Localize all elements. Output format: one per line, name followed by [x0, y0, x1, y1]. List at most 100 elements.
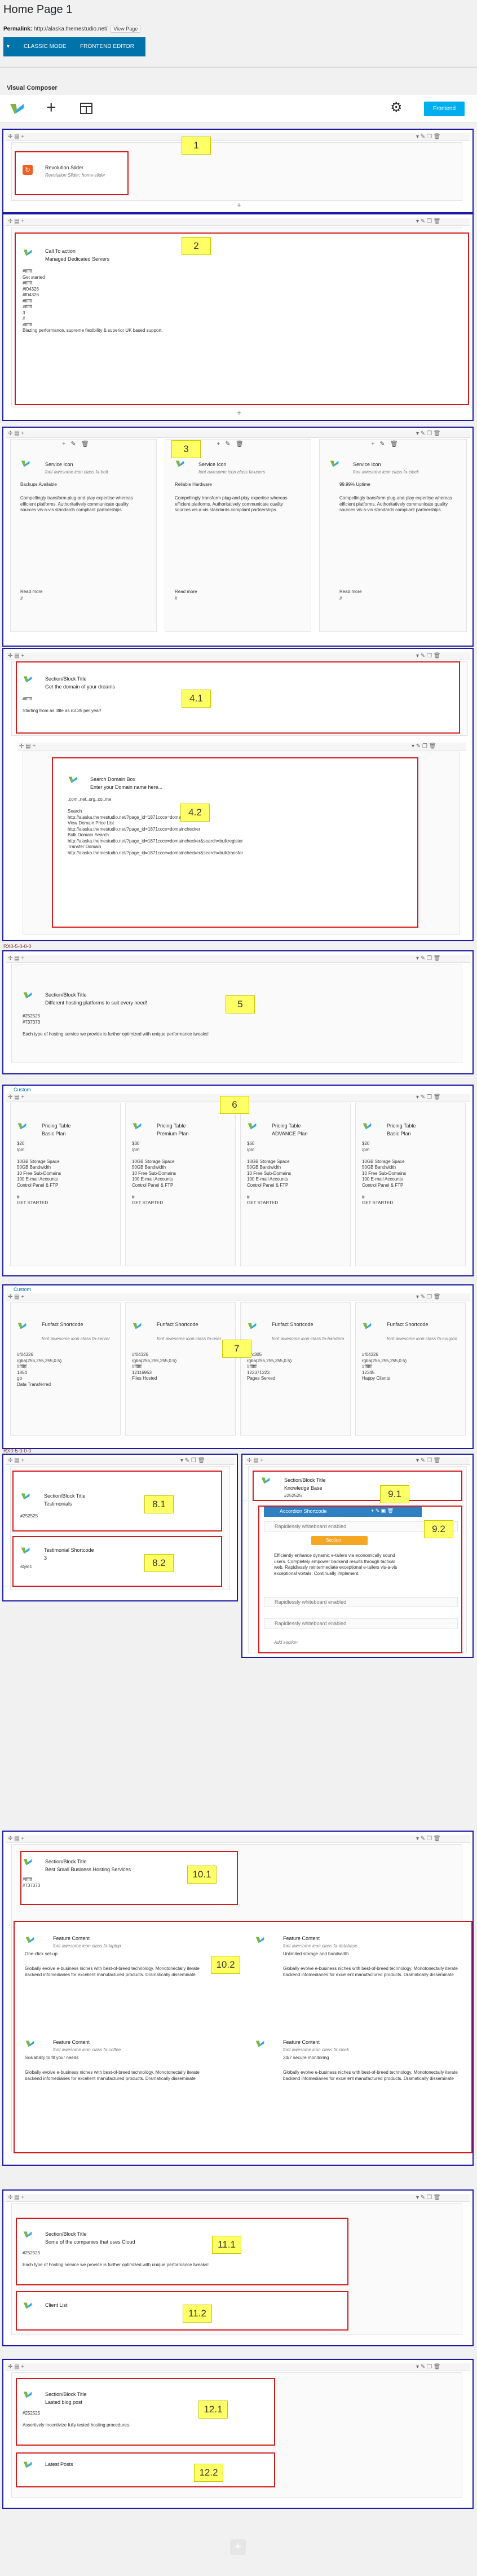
- accordion-item[interactable]: Rapidlessly whiteboard enabled: [264, 1597, 458, 1607]
- element-params: #f04326 rgba(255,255,255,0.5) #ffffff 12…: [362, 1352, 407, 1381]
- move-icon[interactable]: ✢ ▤ +: [247, 1458, 263, 1464]
- gear-icon[interactable]: ⚙: [390, 99, 403, 116]
- templates-icon[interactable]: [80, 103, 92, 114]
- move-icon[interactable]: ✢ ▤ +: [8, 653, 24, 659]
- link: #: [175, 596, 178, 601]
- element-subtitle: font awesome icon class fa-laptop: [53, 1943, 121, 1949]
- element-latest-posts[interactable]: [16, 2452, 275, 2487]
- move-icon[interactable]: ✢ ▤ +: [8, 955, 24, 962]
- element-params: #ffffff #737373: [23, 1877, 41, 1888]
- inner-row-controls[interactable]: ✢ ▤ + ▾ ✎ ❐ 🗑: [17, 743, 466, 751]
- vc-element-icon: [363, 1123, 372, 1130]
- row-controls[interactable]: ✢ ▤ + ▾ ✎ ❐ 🗑: [6, 218, 470, 226]
- vc-element-icon: [23, 1859, 32, 1866]
- row-controls[interactable]: ✢ ▤ + ▾ ✎ ❐ 🗑: [6, 133, 470, 141]
- read-more: Read more: [175, 589, 197, 594]
- vc-logo-icon[interactable]: [9, 102, 25, 116]
- section-toolbar[interactable]: Section: [311, 1536, 368, 1545]
- element-text: Compellingly transform plug-and-play exp…: [339, 495, 452, 512]
- element-title: Feature Content: [283, 1936, 320, 1941]
- add-element-button[interactable]: +: [235, 201, 244, 210]
- move-icon[interactable]: ✢ ▤ +: [8, 1294, 24, 1300]
- frontend-button[interactable]: Frontend: [424, 102, 465, 116]
- row-action-icons[interactable]: ▾ ✎ ❐ 🗑: [416, 955, 440, 962]
- row-action-icons[interactable]: ▾ ✎ ❐ 🗑: [416, 431, 440, 437]
- element-subtitle: Premium Plan: [157, 1131, 189, 1136]
- move-icon[interactable]: ✢ ▤ +: [8, 1836, 24, 1842]
- row-action-icons[interactable]: ▾ ✎ ❐ 🗑: [416, 653, 440, 659]
- vc-element-icon: [23, 2461, 32, 2468]
- vc-element-icon: [261, 1477, 270, 1484]
- row-action-icons[interactable]: ▾ ✎ ❐ 🗑: [416, 2195, 440, 2201]
- row-controls[interactable]: ✢ ▤ + ▾ ✎ ❐ 🗑: [6, 1457, 235, 1465]
- accordion-toolbar[interactable]: Accordion Shortcode + ✎ ▣ 🗑: [264, 1507, 422, 1517]
- row-controls[interactable]: ✢ ▤ + ▾ ✎ ❐ 🗑: [6, 652, 470, 660]
- move-icon[interactable]: ✢ ▤ +: [8, 134, 24, 140]
- column-controls[interactable]: + ✎ 🗑: [62, 440, 91, 447]
- vc-element-icon: [23, 2391, 32, 2398]
- add-element-button[interactable]: +: [235, 409, 244, 418]
- permalink-label: Permalink:: [3, 26, 33, 32]
- move-icon[interactable]: ✢ ▤ +: [8, 218, 24, 225]
- row-controls[interactable]: ✢ ▤ + ▾ ✎ ❐ 🗑: [6, 1835, 470, 1843]
- row-action-icons[interactable]: ▾ ✎ ❐ 🗑: [416, 1094, 440, 1100]
- move-icon[interactable]: ✢ ▤ +: [19, 743, 36, 749]
- move-icon[interactable]: ✢ ▤ +: [8, 2195, 24, 2201]
- element-params: #f04326 rgba(255,255,255,0.5) #ffffff 18…: [17, 1352, 62, 1387]
- section-label: 7: [222, 1340, 251, 1358]
- row-controls[interactable]: ✢ ▤ + ▾ ✎ ❐ 🗑: [6, 430, 470, 438]
- element-title: Client List: [45, 2302, 68, 2308]
- element-title: Service Icon: [198, 462, 227, 467]
- element-title: Funfact Shortcode: [42, 1322, 83, 1327]
- read-more: Read more: [20, 589, 43, 594]
- vc-element-icon: [17, 1323, 26, 1329]
- row-controls[interactable]: ✢ ▤ + ▾ ✎ ❐ 🗑: [245, 1457, 470, 1465]
- row-action-icons[interactable]: ▾ ✎ ❐ 🗑: [416, 1836, 440, 1842]
- row-action-icons[interactable]: ▾ ✎ ❐ 🗑: [416, 2364, 440, 2370]
- element-params: #f04326 rgba(255,255,255,0.5) #ffffff 12…: [132, 1352, 177, 1381]
- element-params: $20 /pm 10GB Storage Space 50GB Bandwidt…: [17, 1141, 61, 1205]
- move-icon[interactable]: ✢ ▤ +: [8, 431, 24, 437]
- element-subtitle: Basic Plan: [387, 1131, 411, 1136]
- permalink-url[interactable]: http://alaska.themestudio.net/: [34, 26, 108, 32]
- element-subtitle: font awesome icon class fa-bandera: [272, 1336, 344, 1341]
- view-page-button[interactable]: View Page: [111, 25, 141, 33]
- add-element-icon[interactable]: +: [46, 98, 56, 117]
- add-section-button[interactable]: Add section: [274, 1640, 298, 1645]
- row-action-icons[interactable]: ▾ ✎ ❐ 🗑: [416, 1294, 440, 1300]
- add-row-button[interactable]: +: [230, 2539, 246, 2555]
- row-controls[interactable]: ✢ ▤ + ▾ ✎ ❐ 🗑: [6, 1293, 470, 1301]
- element-heading: 99.99% Uptime: [339, 482, 370, 487]
- row-action-icons[interactable]: ▾ ✎ ❐ 🗑: [416, 218, 440, 225]
- move-icon[interactable]: ✢ ▤ +: [8, 2364, 24, 2370]
- element-params: #252525 Assertively incentivize fully te…: [23, 2411, 131, 2428]
- element-client-list[interactable]: [16, 2291, 348, 2331]
- row-action-icons[interactable]: ▾ ✎ ❐ 🗑: [416, 1458, 440, 1464]
- frontend-editor-button[interactable]: FRONTEND EDITOR: [80, 43, 134, 50]
- move-icon[interactable]: ✢ ▤ +: [8, 1094, 24, 1100]
- element-params: style1: [20, 1564, 32, 1569]
- row-controls[interactable]: ✢ ▤ + ▾ ✎ ❐ 🗑: [6, 2194, 470, 2202]
- vc-heading: Visual Composer: [7, 85, 58, 91]
- element-testimonial[interactable]: [12, 1536, 222, 1587]
- vc-element-icon: [68, 776, 77, 783]
- vc-small-icon: ▾: [7, 43, 10, 50]
- element-subtitle: Revolution Slider: home-slider: [45, 173, 105, 178]
- accordion-item-label: Rapidlessly whiteboard enabled: [275, 1621, 347, 1626]
- row-controls[interactable]: ✢ ▤ + ▾ ✎ ❐ 🗑: [6, 955, 470, 963]
- accordion-item[interactable]: Rapidlessly whiteboard enabled: [264, 1618, 458, 1629]
- divider: [0, 67, 477, 68]
- accordion-controls[interactable]: + ✎ ▣ 🗑: [371, 1508, 394, 1514]
- column-controls[interactable]: + ✎ 🗑: [217, 440, 245, 447]
- row-action-icons[interactable]: ▾ ✎ ❐ 🗑: [416, 134, 440, 140]
- link: #: [339, 596, 342, 601]
- element-title: Pricing Table: [157, 1123, 186, 1129]
- move-icon[interactable]: ✢ ▤ +: [8, 1458, 24, 1464]
- row-controls[interactable]: ✢ ▤ + ▾ ✎ ❐ 🗑: [6, 2363, 470, 2371]
- row-action-icons[interactable]: ▾ ✎ ❐ 🗑: [180, 1458, 205, 1464]
- accordion-item-label: Rapidlessly whiteboard enabled: [275, 1599, 347, 1605]
- classic-mode-button[interactable]: CLASSIC MODE: [24, 43, 67, 50]
- column-controls[interactable]: + ✎ 🗑: [371, 440, 400, 447]
- element-params: #252525 #737373 Each type of hosting ser…: [23, 1013, 209, 1037]
- row-action-icons[interactable]: ▾ ✎ ❐ 🗑: [412, 743, 436, 749]
